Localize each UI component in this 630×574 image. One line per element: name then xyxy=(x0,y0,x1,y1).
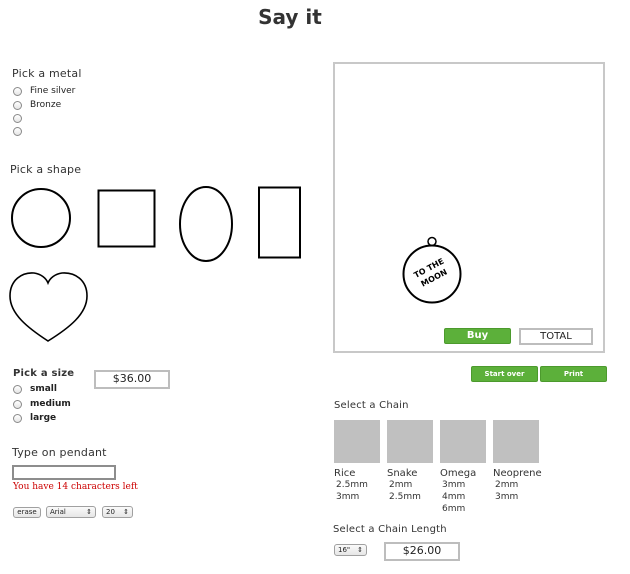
chain-option-neoprene[interactable]: Neoprene 2mm 3mm xyxy=(493,420,542,503)
page-title: Say it xyxy=(258,5,322,29)
chain-size: 2.5mm xyxy=(389,492,421,502)
radio-button[interactable] xyxy=(13,114,22,123)
buy-button[interactable]: Buy xyxy=(444,328,511,344)
metal-option-fine-silver[interactable]: Fine silver xyxy=(13,86,75,96)
chain-option-omega[interactable]: Omega 3mm 4mm 6mm xyxy=(440,420,486,515)
radio-button[interactable] xyxy=(13,86,22,96)
chain-size: 3mm xyxy=(442,480,466,490)
radio-button[interactable] xyxy=(13,399,22,409)
chain-size: 3mm xyxy=(336,492,360,502)
metal-label: Pick a metal xyxy=(12,67,82,80)
shape-circle-option[interactable] xyxy=(8,186,76,254)
chain-name: Rice xyxy=(334,468,356,479)
size-option-label: large xyxy=(30,413,57,423)
chain-size: 2mm xyxy=(389,480,413,490)
select-arrow-icon: ⇕ xyxy=(357,546,363,554)
engrave-text-input[interactable] xyxy=(12,465,116,480)
start-over-button[interactable]: Start over xyxy=(471,366,538,382)
chain-name: Snake xyxy=(387,468,418,479)
radio-button[interactable] xyxy=(13,384,22,394)
radio-button[interactable] xyxy=(13,100,22,110)
chain-length-select[interactable]: 16" ⇕ xyxy=(334,544,367,556)
select-arrow-icon: ⇕ xyxy=(123,508,129,516)
chain-size: 4mm xyxy=(442,492,466,502)
size-option-small[interactable]: small xyxy=(13,384,57,394)
chain-size: 2mm xyxy=(495,480,519,490)
pendant-preview-panel xyxy=(333,62,605,353)
size-label: Pick a size xyxy=(13,368,75,379)
chain-option-snake[interactable]: Snake 2mm 2.5mm xyxy=(387,420,433,503)
chain-size: 2.5mm xyxy=(336,480,368,490)
radio-button[interactable] xyxy=(13,127,22,136)
chain-size: 3mm xyxy=(495,492,519,502)
size-option-medium[interactable]: medium xyxy=(13,399,71,409)
engrave-label: Type on pendant xyxy=(12,446,107,459)
chain-thumbnail[interactable] xyxy=(387,420,433,463)
total-display: TOTAL xyxy=(519,328,593,345)
metal-option-3[interactable] xyxy=(13,114,30,123)
chain-size: 6mm xyxy=(442,504,466,514)
size-option-large[interactable]: large xyxy=(13,413,56,423)
font-size-select[interactable]: 20 ⇕ xyxy=(102,506,133,518)
chain-price: $26.00 xyxy=(384,542,460,561)
metal-option-label: Fine silver xyxy=(30,86,76,96)
metal-option-bronze[interactable]: Bronze xyxy=(13,100,61,110)
metal-option-label: Bronze xyxy=(30,100,62,110)
chain-thumbnail[interactable] xyxy=(334,420,380,463)
erase-button[interactable]: erase xyxy=(13,507,41,518)
pendant-preview: TO THE MOON xyxy=(402,236,462,304)
chain-length-label: Select a Chain Length xyxy=(333,524,447,535)
chain-name: Omega xyxy=(440,468,477,479)
print-button[interactable]: Print xyxy=(540,366,607,382)
shape-oval-option[interactable] xyxy=(177,186,237,264)
font-select-value: Arial xyxy=(50,508,66,516)
size-option-label: medium xyxy=(30,399,71,409)
chain-thumbnail[interactable] xyxy=(440,420,486,463)
shape-label: Pick a shape xyxy=(10,163,82,176)
chain-label: Select a Chain xyxy=(334,400,409,411)
size-price: $36.00 xyxy=(94,370,170,389)
size-option-label: small xyxy=(30,384,57,394)
font-size-select-value: 20 xyxy=(106,508,115,516)
chars-left-message: You have 14 characters left xyxy=(13,482,138,492)
metal-option-4[interactable] xyxy=(13,127,30,136)
font-select[interactable]: Arial ⇕ xyxy=(46,506,96,518)
radio-button[interactable] xyxy=(13,413,22,423)
shape-heart-option[interactable] xyxy=(8,270,90,344)
chain-option-rice[interactable]: Rice 2.5mm 3mm xyxy=(334,420,380,503)
select-arrow-icon: ⇕ xyxy=(86,508,92,516)
shape-rectangle-option[interactable] xyxy=(256,186,304,260)
chain-length-value: 16" xyxy=(338,546,351,554)
chain-thumbnail[interactable] xyxy=(493,420,539,463)
shape-square-option[interactable] xyxy=(97,189,157,249)
chain-name: Neoprene xyxy=(493,468,542,479)
